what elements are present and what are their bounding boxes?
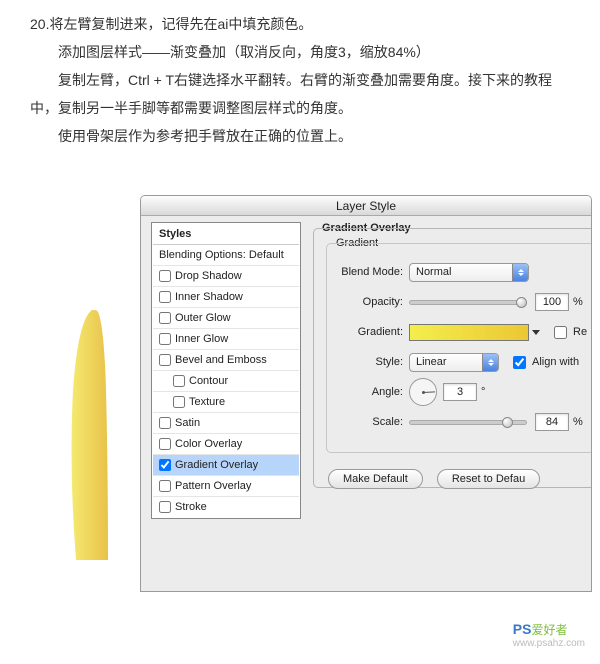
reset-default-button[interactable]: Reset to Defau [437,469,540,489]
tutorial-line-4: 使用骨架层作为参考把手臂放在正确的位置上。 [30,122,570,150]
checkbox-reverse[interactable] [554,326,567,339]
checkbox-inner-shadow[interactable] [159,291,171,303]
blending-options-label: Blending Options: Default [159,249,284,261]
checkbox-align-wrap[interactable]: Align with [509,353,579,372]
label-pattern-overlay: Pattern Overlay [175,480,251,492]
styles-header: Styles [153,224,299,245]
scale-unit: % [573,416,583,428]
tutorial-text: 20.将左臂复制进来，记得先在ai中填充颜色。 添加图层样式——渐变叠加（取消反… [0,0,600,170]
row-angle: Angle: 3 ° [327,378,591,406]
slider-opacity[interactable] [409,300,527,305]
tutorial-line-3: 复制左臂，Ctrl + T右键选择水平翻转。右臂的渐变叠加需要角度。接下来的教程… [30,66,570,122]
label-blend-mode: Blend Mode: [327,266,409,278]
arm-shape-preview [70,310,120,560]
opacity-unit: % [573,296,583,308]
checkbox-stroke[interactable] [159,501,171,513]
checkbox-drop-shadow[interactable] [159,270,171,282]
row-style: Style: Linear Align with [327,348,591,376]
style-item-inner-shadow[interactable]: Inner Shadow [153,287,299,308]
blending-options-row[interactable]: Blending Options: Default [153,245,299,266]
label-drop-shadow: Drop Shadow [175,270,242,282]
checkbox-bevel[interactable] [159,354,171,366]
slider-scale[interactable] [409,420,527,425]
slider-opacity-thumb[interactable] [516,297,527,308]
label-outer-glow: Outer Glow [175,312,231,324]
dialog-title: Layer Style [141,196,591,216]
label-inner-shadow: Inner Shadow [175,291,243,303]
watermark-url: www.psahz.com [513,638,585,649]
input-opacity[interactable]: 100 [535,293,569,311]
checkbox-inner-glow[interactable] [159,333,171,345]
checkbox-color-overlay[interactable] [159,438,171,450]
input-scale[interactable]: 84 [535,413,569,431]
style-item-drop-shadow[interactable]: Drop Shadow [153,266,299,287]
row-opacity: Opacity: 100 % [327,288,591,316]
gradient-swatch[interactable] [409,324,529,341]
select-style[interactable]: Linear [409,353,499,372]
label-gradient-overlay: Gradient Overlay [175,459,258,471]
checkbox-satin[interactable] [159,417,171,429]
group-outer: Gradient Blend Mode: Normal Opacity: 100 [313,228,591,488]
default-buttons-row: Make Default Reset to Defau [328,469,540,489]
checkbox-outer-glow[interactable] [159,312,171,324]
watermark-hz: 爱好者 [531,623,567,637]
style-item-bevel[interactable]: Bevel and Emboss [153,350,299,371]
checkbox-texture[interactable] [173,396,185,408]
style-item-outer-glow[interactable]: Outer Glow [153,308,299,329]
value-style: Linear [416,356,482,368]
label-angle: Angle: [327,386,409,398]
tutorial-line-2: 添加图层样式——渐变叠加（取消反向，角度3，缩放84%） [30,38,570,66]
style-item-satin[interactable]: Satin [153,413,299,434]
checkbox-reverse-wrap[interactable]: Re [550,323,587,342]
style-item-contour[interactable]: Contour [153,371,299,392]
angle-unit: ° [481,386,485,398]
checkbox-contour[interactable] [173,375,185,387]
select-blend-mode[interactable]: Normal [409,263,529,282]
style-item-pattern-overlay[interactable]: Pattern Overlay [153,476,299,497]
row-gradient: Gradient: Re [327,318,591,346]
label-color-overlay: Color Overlay [175,438,242,450]
label-texture: Texture [189,396,225,408]
label-satin: Satin [175,417,200,429]
slider-scale-thumb[interactable] [502,417,513,428]
style-item-color-overlay[interactable]: Color Overlay [153,434,299,455]
gradient-overlay-settings: Gradient Overlay Gradient Blend Mode: No… [311,224,591,592]
label-scale: Scale: [327,416,409,428]
checkbox-gradient-overlay[interactable] [159,459,171,471]
label-inner-glow: Inner Glow [175,333,228,345]
label-opacity: Opacity: [327,296,409,308]
watermark: PS爱好者 www.psahz.com [513,621,585,649]
angle-dial[interactable] [409,378,437,406]
label-contour: Contour [189,375,228,387]
row-blend-mode: Blend Mode: Normal [327,258,591,286]
select-arrows-icon [482,354,498,371]
tutorial-line-1: 20.将左臂复制进来，记得先在ai中填充颜色。 [30,10,570,38]
layer-style-dialog: Layer Style Styles Blending Options: Def… [140,195,592,592]
make-default-button[interactable]: Make Default [328,469,423,489]
value-blend-mode: Normal [416,266,512,278]
checkbox-align[interactable] [513,356,526,369]
watermark-ps: PS [513,621,532,637]
style-item-texture[interactable]: Texture [153,392,299,413]
label-bevel: Bevel and Emboss [175,354,267,366]
gradient-picker-arrow-icon[interactable] [532,330,540,335]
style-item-gradient-overlay[interactable]: Gradient Overlay [153,455,299,476]
label-stroke: Stroke [175,501,207,513]
style-item-inner-glow[interactable]: Inner Glow [153,329,299,350]
label-align: Align with [532,356,579,368]
label-gradient: Gradient: [327,326,409,338]
group-inner: Blend Mode: Normal Opacity: 100 % [326,243,591,453]
input-angle[interactable]: 3 [443,383,477,401]
styles-list-panel: Styles Blending Options: Default Drop Sh… [151,222,301,519]
row-scale: Scale: 84 % [327,408,591,436]
style-item-stroke[interactable]: Stroke [153,497,299,517]
label-reverse: Re [573,326,587,338]
select-arrows-icon [512,264,528,281]
checkbox-pattern-overlay[interactable] [159,480,171,492]
label-style: Style: [327,356,409,368]
